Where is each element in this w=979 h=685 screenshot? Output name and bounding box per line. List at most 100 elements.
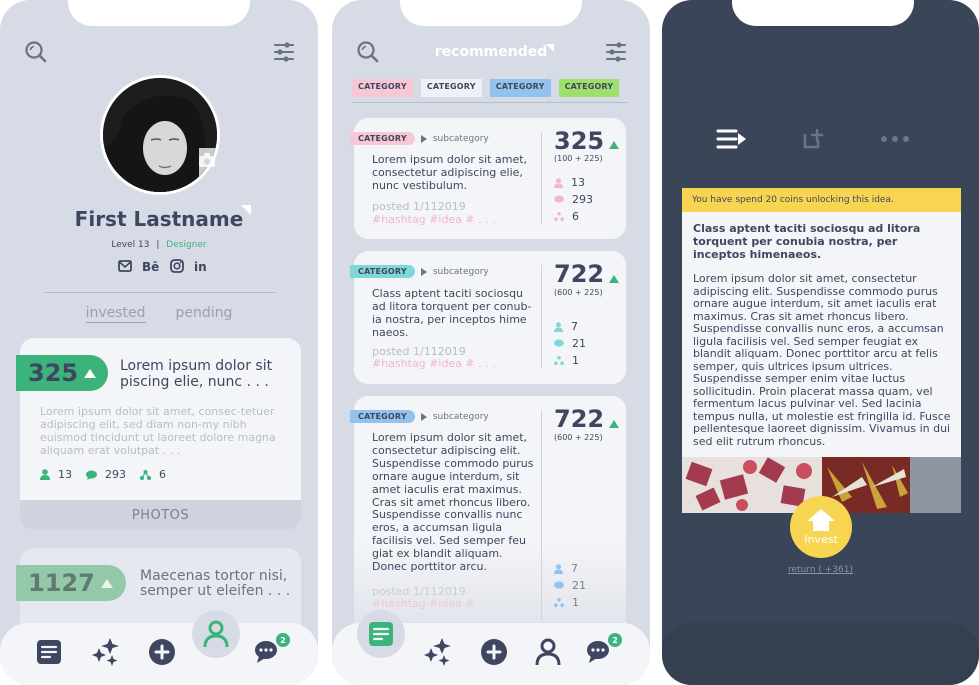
- profile-screen: First Lastname Level 13 | Designer Bē in…: [0, 0, 318, 685]
- profile-name: First Lastname: [74, 207, 244, 231]
- shares-count: 1: [572, 354, 579, 367]
- feed-item[interactable]: CATEGORY subcategory Lorem ipsum dolor s…: [350, 118, 626, 239]
- user-icon: [554, 177, 563, 188]
- add-to-collection-icon[interactable]: [802, 128, 824, 150]
- arrow-up-icon: [84, 368, 97, 378]
- bottom-nav: 2: [332, 610, 650, 685]
- user-icon: [203, 620, 229, 648]
- item-category-row: CATEGORY subcategory: [350, 132, 489, 145]
- nav-profile[interactable]: [192, 610, 240, 658]
- arrow-up-icon: [100, 578, 113, 588]
- user-icon: [535, 638, 561, 666]
- tab-invested[interactable]: invested: [85, 305, 146, 323]
- more-options-icon[interactable]: [880, 135, 910, 143]
- share-icon: [140, 469, 151, 480]
- nav-messages[interactable]: 2: [248, 631, 290, 673]
- share-icon: [554, 598, 564, 607]
- chevron-right-icon[interactable]: [627, 79, 628, 89]
- instagram-icon[interactable]: [170, 259, 184, 273]
- users-count: 7: [571, 562, 578, 575]
- feed-header[interactable]: recommended: [332, 44, 650, 60]
- comment-icon: [554, 581, 564, 589]
- category-chip[interactable]: CATEGORY: [350, 132, 415, 145]
- score-value: 325: [28, 359, 79, 387]
- arrow-up-icon: [609, 141, 619, 149]
- item-hashtags[interactable]: #hashtag #idea # . . .: [372, 213, 496, 226]
- photos-footer[interactable]: PHOTOS: [20, 500, 301, 530]
- item-delta: (600 + 225): [554, 433, 603, 442]
- category-chip[interactable]: CATEGORY: [489, 79, 551, 97]
- card-body-text: Lorem ipsum dolor sit amet, consec-tetue…: [40, 405, 276, 457]
- linkedin-icon[interactable]: in: [194, 259, 208, 273]
- avatar[interactable]: [100, 75, 220, 195]
- invest-label: Invest: [804, 532, 838, 546]
- filter-icon[interactable]: [273, 41, 295, 63]
- nav-add[interactable]: [141, 631, 183, 673]
- item-score: 722: [554, 260, 605, 288]
- profile-meta: Level 13 | Designer: [0, 240, 318, 250]
- comment-icon: [86, 470, 97, 480]
- chevron-right-icon: [420, 267, 427, 276]
- category-chip[interactable]: CATEGORY: [558, 79, 620, 97]
- users-count: 13: [571, 176, 585, 189]
- plus-icon: [149, 639, 175, 665]
- phone-notch: [400, 0, 582, 26]
- item-hashtags[interactable]: #hashtag #idea #: [372, 597, 475, 610]
- role-label: Designer: [166, 240, 207, 250]
- comments-count: 21: [572, 579, 586, 592]
- filter-icon[interactable]: [605, 41, 627, 63]
- dimmed-nav: [662, 623, 979, 685]
- category-chip[interactable]: CATEGORY: [420, 79, 482, 97]
- invest-button[interactable]: Invest: [790, 496, 852, 558]
- item-stats: 7 21 1: [554, 560, 586, 611]
- subcategory[interactable]: subcategory: [433, 412, 489, 422]
- camera-icon[interactable]: [198, 152, 216, 168]
- subcategory[interactable]: subcategory: [433, 267, 489, 277]
- nav-explore[interactable]: [86, 631, 128, 673]
- item-delta: (100 + 225): [554, 154, 603, 163]
- item-divider: [541, 265, 542, 369]
- document-icon: [369, 622, 393, 646]
- nav-messages[interactable]: 2: [580, 631, 622, 673]
- score-pill: 325: [16, 355, 108, 391]
- nav-explore[interactable]: [418, 631, 460, 673]
- subcategory[interactable]: subcategory: [433, 134, 489, 144]
- bottom-nav: 2: [0, 610, 318, 685]
- share-icon: [554, 212, 564, 221]
- search-icon[interactable]: [24, 40, 48, 64]
- item-category-row: CATEGORY subcategory: [350, 410, 489, 423]
- user-icon: [40, 469, 50, 480]
- item-divider: [541, 132, 542, 224]
- read-list-icon[interactable]: [716, 128, 746, 150]
- user-icon: [554, 563, 563, 574]
- nav-profile[interactable]: [527, 631, 569, 673]
- item-category-row: CATEGORY subcategory: [350, 265, 489, 278]
- category-chip[interactable]: CATEGORY: [352, 79, 413, 97]
- behance-icon[interactable]: Bē: [142, 259, 160, 273]
- category-chip[interactable]: CATEGORY: [350, 410, 415, 423]
- comment-icon: [554, 339, 564, 347]
- item-score: 325: [554, 127, 605, 155]
- item-stats: 13 293 6: [554, 174, 593, 225]
- mail-icon[interactable]: [118, 259, 132, 273]
- chevron-right-icon: [420, 412, 427, 421]
- nav-add[interactable]: [473, 631, 515, 673]
- card-title: Maecenas tortor nisi, semper ut eleifen …: [140, 568, 291, 599]
- feed-item[interactable]: CATEGORY subcategory Class aptent taciti…: [350, 251, 626, 384]
- category-chip[interactable]: CATEGORY: [350, 265, 415, 278]
- tab-pending[interactable]: pending: [176, 305, 233, 323]
- return-label[interactable]: return ( +361): [662, 565, 979, 575]
- level-label: Level 13: [111, 240, 150, 250]
- nav-ideas[interactable]: [28, 631, 70, 673]
- nav-ideas[interactable]: [357, 610, 405, 658]
- detail-body: Lorem ipsum dolor sit amet, consectetur …: [693, 273, 951, 448]
- shares-count: 6: [159, 468, 166, 481]
- corner-flag-icon: [546, 44, 554, 52]
- users-count: 13: [58, 468, 72, 481]
- feed-item[interactable]: CATEGORY subcategory Lorem ipsum dolor s…: [350, 396, 626, 636]
- card-stats: 13 293 6: [40, 468, 166, 481]
- comments-count: 293: [105, 468, 126, 481]
- avatar-photo: [103, 78, 217, 192]
- divider: [352, 102, 628, 103]
- item-hashtags[interactable]: #hashtag #idea # . . .: [372, 357, 496, 370]
